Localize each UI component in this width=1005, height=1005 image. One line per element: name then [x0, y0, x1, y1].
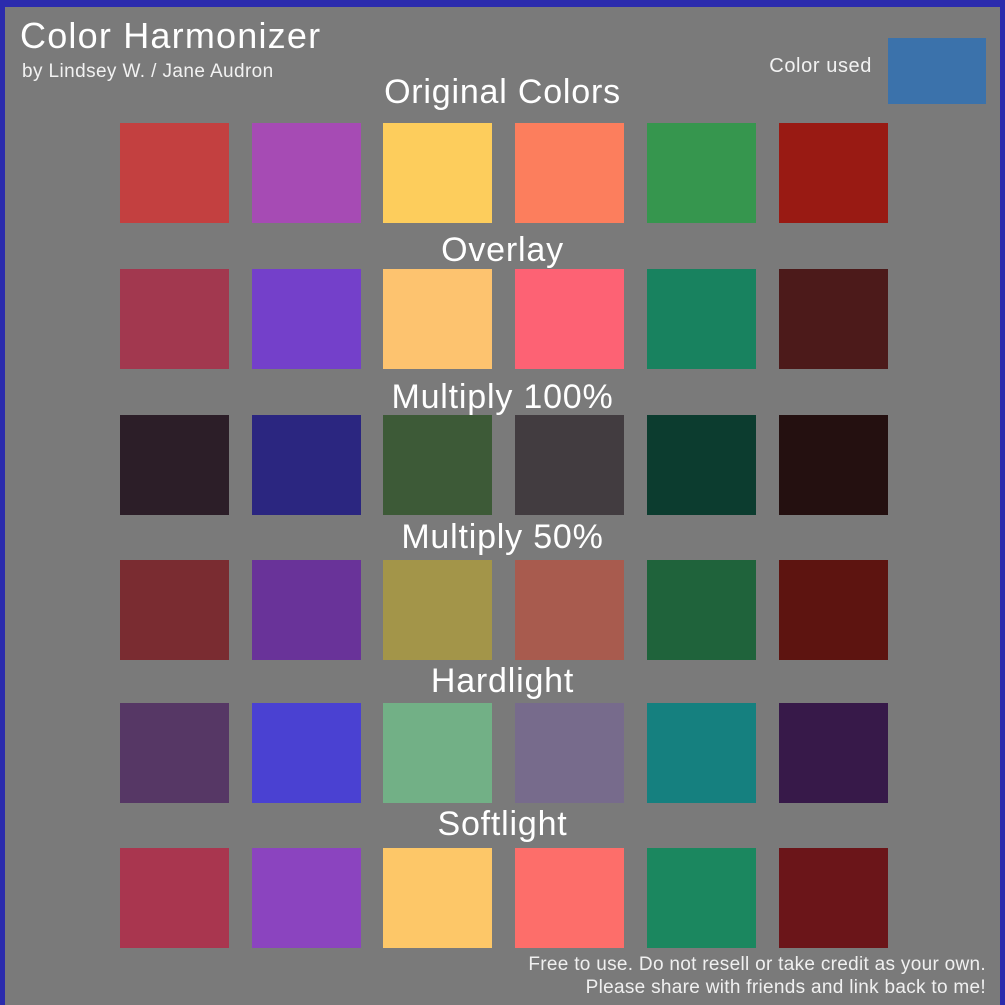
color-swatch[interactable] — [647, 269, 756, 369]
color-swatch[interactable] — [252, 560, 361, 660]
color-swatch[interactable] — [252, 269, 361, 369]
color-swatch[interactable] — [383, 269, 492, 369]
color-swatch[interactable] — [779, 848, 888, 948]
row-label-2: Multiply 100% — [391, 378, 614, 416]
color-swatch[interactable] — [120, 848, 229, 948]
color-swatch[interactable] — [647, 560, 756, 660]
swatch-row — [5, 269, 1000, 369]
author-byline: by Lindsey W. / Jane Audron — [22, 61, 274, 82]
page-title: Color Harmonizer — [20, 15, 322, 56]
footer-notice: Free to use. Do not resell or take credi… — [528, 953, 986, 999]
swatch-row — [5, 415, 1000, 515]
row-label-1: Overlay — [441, 231, 564, 269]
color-swatch[interactable] — [647, 848, 756, 948]
color-swatch[interactable] — [779, 269, 888, 369]
color-swatch[interactable] — [120, 269, 229, 369]
color-swatch[interactable] — [515, 848, 624, 948]
color-swatch[interactable] — [779, 123, 888, 223]
color-swatch[interactable] — [383, 848, 492, 948]
color-swatch[interactable] — [252, 123, 361, 223]
swatch-row — [5, 848, 1000, 948]
color-swatch[interactable] — [515, 415, 624, 515]
swatch-row — [5, 560, 1000, 660]
color-swatch[interactable] — [252, 848, 361, 948]
color-swatch[interactable] — [779, 560, 888, 660]
artboard-canvas: Color Harmonizer by Lindsey W. / Jane Au… — [5, 7, 1000, 1005]
color-swatch[interactable] — [515, 269, 624, 369]
app-window: Color Harmonizer by Lindsey W. / Jane Au… — [0, 0, 1005, 1005]
color-swatch[interactable] — [120, 123, 229, 223]
footer-line-1: Free to use. Do not resell or take credi… — [528, 954, 986, 975]
color-swatch[interactable] — [647, 415, 756, 515]
color-swatch[interactable] — [383, 415, 492, 515]
color-swatch[interactable] — [120, 703, 229, 803]
color-swatch[interactable] — [647, 123, 756, 223]
swatch-row — [5, 703, 1000, 803]
color-swatch[interactable] — [383, 560, 492, 660]
color-swatch[interactable] — [515, 123, 624, 223]
color-swatch[interactable] — [120, 560, 229, 660]
footer-line-2: Please share with friends and link back … — [585, 977, 986, 998]
color-used-swatch[interactable] — [888, 38, 986, 104]
color-swatch[interactable] — [252, 703, 361, 803]
color-swatch[interactable] — [779, 415, 888, 515]
color-swatch[interactable] — [383, 703, 492, 803]
color-swatch[interactable] — [515, 560, 624, 660]
row-label-4: Hardlight — [430, 662, 575, 700]
color-swatch[interactable] — [779, 703, 888, 803]
color-swatch[interactable] — [252, 415, 361, 515]
color-swatch[interactable] — [647, 703, 756, 803]
color-used-label: Color used — [769, 55, 872, 77]
swatch-row — [5, 123, 1000, 223]
row-label-5: Softlight — [437, 805, 568, 843]
color-swatch[interactable] — [515, 703, 624, 803]
color-swatch[interactable] — [383, 123, 492, 223]
color-swatch[interactable] — [120, 415, 229, 515]
row-label-3: Multiply 50% — [401, 518, 604, 556]
